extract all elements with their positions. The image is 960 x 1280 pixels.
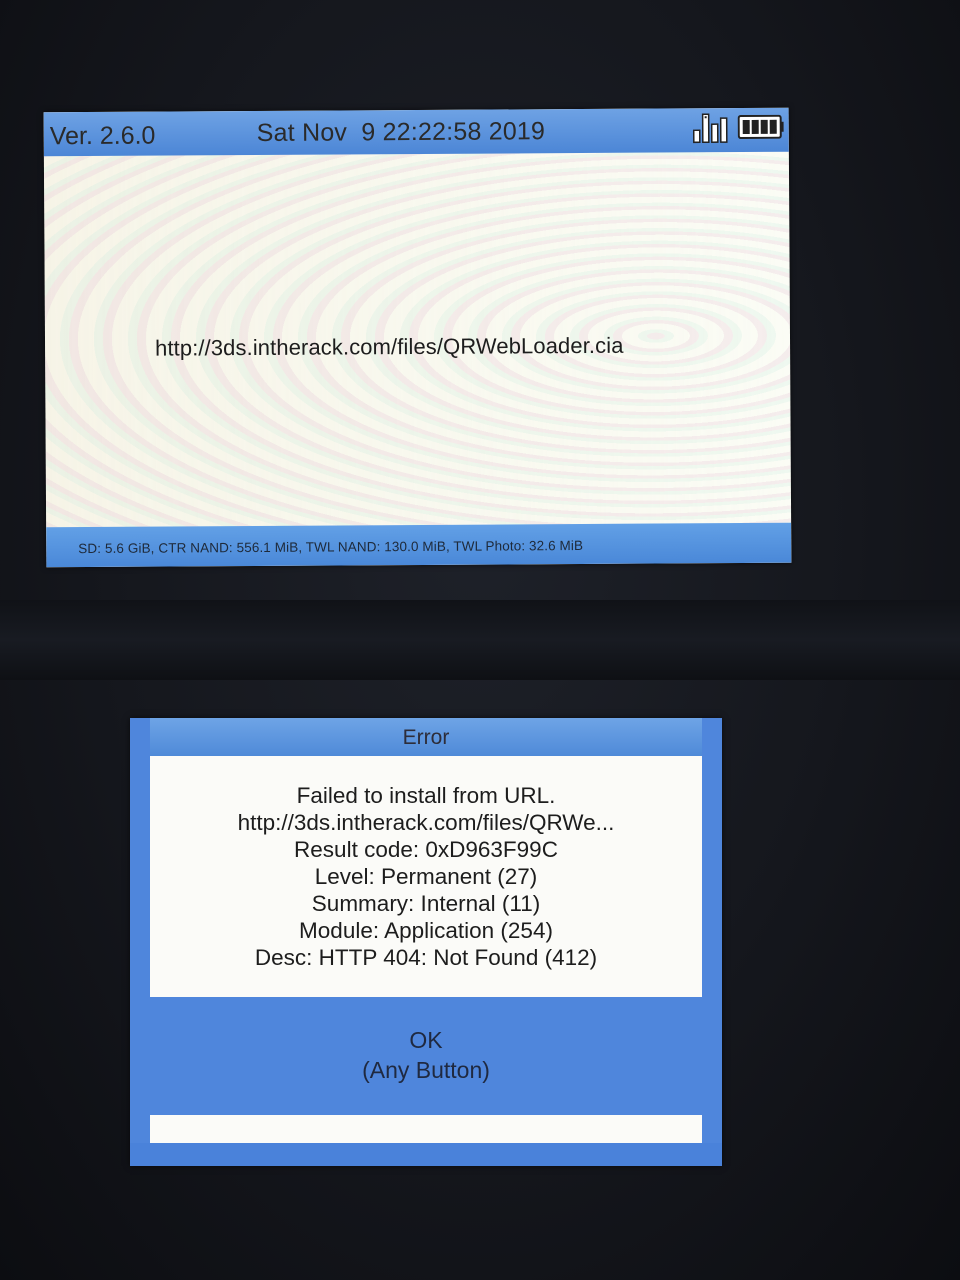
bottom-screen-footer [130, 1143, 722, 1166]
storage-info: SD: 5.6 GiB, CTR NAND: 556.1 MiB, TWL NA… [78, 537, 584, 557]
install-url: http://3ds.intherack.com/files/QRWebLoad… [154, 332, 624, 361]
error-message: Failed to install from URL. http://3ds.i… [150, 782, 702, 971]
message-line: Failed to install from URL. [296, 783, 556, 808]
ok-button-sublabel: (Any Button) [362, 1057, 490, 1083]
error-dialog: Error Failed to install from URL. http:/… [150, 718, 702, 1143]
ok-button[interactable]: OK (Any Button) [150, 997, 702, 1115]
version-label: Ver. 2.6.0 [49, 121, 156, 151]
date-time: Sat Nov 9 22:22:58 2019 [256, 117, 546, 147]
dialog-title-bar: Error [150, 718, 702, 756]
storage-bar: SD: 5.6 GiB, CTR NAND: 556.1 MiB, TWL NA… [46, 522, 792, 568]
message-line: Desc: HTTP 404: Not Found (412) [254, 945, 598, 970]
message-line: Summary: Internal (11) [311, 891, 541, 916]
message-line: Result code: 0xD963F99C [294, 837, 558, 862]
top-screen: Ver. 2.6.0 Sat Nov 9 22:22:58 2019 http:… [43, 107, 792, 568]
top-status-bar: Ver. 2.6.0 Sat Nov 9 22:22:58 2019 [43, 107, 789, 157]
message-line: Module: Application (254) [299, 918, 553, 943]
device-hinge [0, 600, 960, 680]
dialog-title: Error [402, 726, 450, 749]
bottom-screen: Error Failed to install from URL. http:/… [130, 718, 722, 1166]
message-line: Level: Permanent (27) [314, 864, 538, 889]
message-line: http://3ds.intherack.com/files/QRWe... [237, 810, 615, 835]
battery-icon [737, 114, 784, 140]
ok-button-label: OK [409, 1027, 443, 1053]
signal-icon [692, 113, 728, 144]
